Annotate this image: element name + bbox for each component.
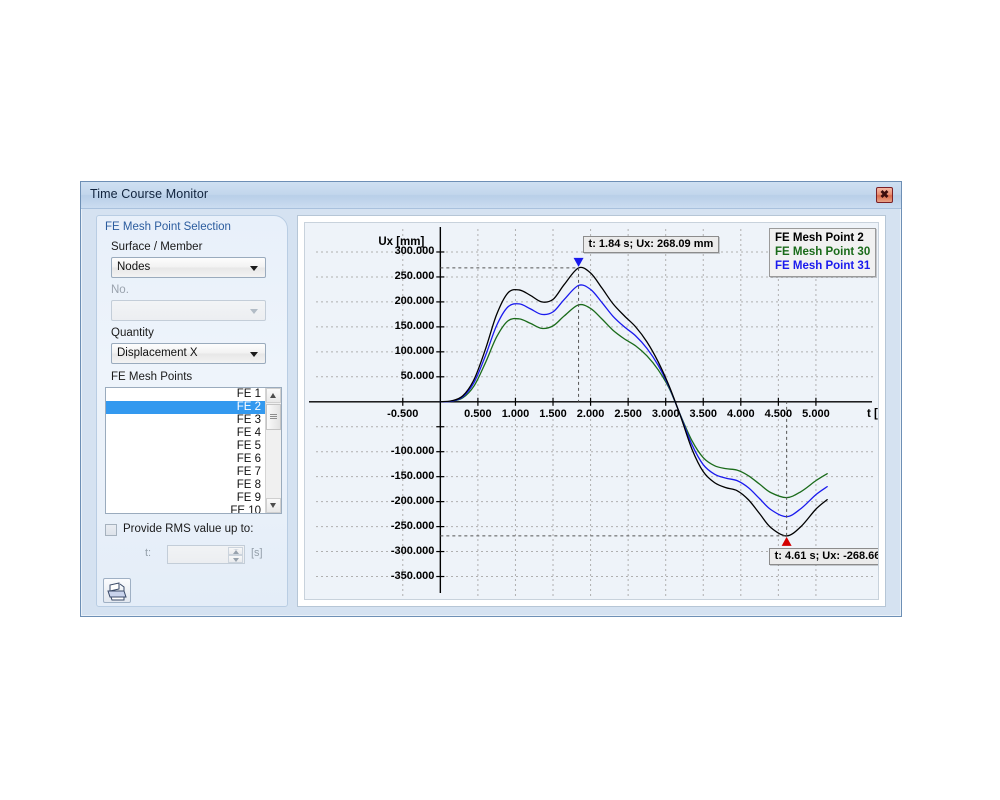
window-title: Time Course Monitor bbox=[90, 187, 209, 201]
rms-t-spinner bbox=[167, 545, 245, 564]
legend-item-0: FE Mesh Point 2 bbox=[775, 232, 864, 244]
quantity-value: Displacement X bbox=[117, 347, 198, 359]
legend-item-1: FE Mesh Point 30 bbox=[775, 246, 871, 258]
legend-item-2: FE Mesh Point 31 bbox=[775, 260, 871, 272]
listbox-scrollbar[interactable] bbox=[265, 388, 281, 513]
chevron-down-icon bbox=[250, 266, 258, 271]
list-item[interactable]: FE 4 bbox=[106, 427, 265, 440]
y-tick-label: -200.000 bbox=[390, 494, 435, 507]
list-item[interactable]: FE 6 bbox=[106, 453, 265, 466]
time-course-monitor-window: Time Course Monitor ✖ FE Mesh Point Sele… bbox=[80, 181, 902, 617]
y-tick-label: -250.000 bbox=[390, 519, 435, 532]
window-titlebar: Time Course Monitor ✖ bbox=[81, 182, 901, 209]
list-item[interactable]: FE 5 bbox=[106, 440, 265, 453]
fe-mesh-points-label: FE Mesh Points bbox=[111, 371, 193, 383]
y-tick-label: 100.000 bbox=[394, 344, 435, 357]
valley-tooltip: t: 4.61 s; Ux: -268.66 mm bbox=[768, 547, 878, 565]
list-item[interactable]: FE 9 bbox=[106, 492, 265, 505]
list-item[interactable]: FE 7 bbox=[106, 466, 265, 479]
fe-mesh-points-listbox[interactable]: FE 1 FE 2 FE 3 FE 4 FE 5 FE 6 FE 7 FE 8 FE 9 FE 1… bbox=[105, 387, 282, 514]
quantity-combo[interactable]: Displacement X bbox=[111, 343, 266, 364]
surface-member-value: Nodes bbox=[117, 261, 151, 273]
chevron-down-icon bbox=[250, 352, 258, 357]
chart-legend: FE Mesh Point 2 FE Mesh Point 30 FE Mesh… bbox=[769, 228, 877, 277]
close-icon[interactable]: ✖ bbox=[876, 187, 893, 203]
chevron-down-icon bbox=[250, 309, 258, 314]
y-tick-label: 250.000 bbox=[394, 269, 435, 282]
quantity-label: Quantity bbox=[111, 327, 154, 339]
x-tick-label: 5.000 bbox=[802, 407, 830, 420]
list-item[interactable]: FE 10 bbox=[106, 505, 265, 513]
spinner-buttons bbox=[228, 547, 243, 563]
surface-member-combo[interactable]: Nodes bbox=[111, 257, 266, 278]
scroll-down-icon[interactable] bbox=[266, 498, 281, 513]
list-item[interactable]: FE 8 bbox=[106, 479, 265, 492]
fe-mesh-point-selection-group: FE Mesh Point Selection Surface / Member… bbox=[96, 215, 288, 607]
window-client-area: FE Mesh Point Selection Surface / Member… bbox=[85, 211, 897, 612]
scrollbar-thumb[interactable] bbox=[266, 404, 281, 430]
no-combo bbox=[111, 300, 266, 321]
provide-rms-label: Provide RMS value up to: bbox=[123, 523, 254, 535]
rms-unit-label: [s] bbox=[251, 547, 263, 559]
y-tick-label: 50.000 bbox=[400, 369, 435, 382]
rms-t-label: t: bbox=[145, 547, 152, 559]
provide-rms-checkbox[interactable] bbox=[105, 524, 117, 536]
close-glyph: ✖ bbox=[879, 189, 890, 201]
group-title: FE Mesh Point Selection bbox=[105, 221, 231, 233]
y-tick-label: 150.000 bbox=[394, 319, 435, 332]
time-course-chart-panel: Ux [mm] t [s] FE Mesh Point 2 FE Mesh Po… bbox=[297, 215, 886, 607]
list-item[interactable]: FE 3 bbox=[106, 414, 265, 427]
spinner-down-icon bbox=[228, 555, 243, 563]
list-item[interactable]: FE 2 bbox=[106, 401, 265, 414]
screen: Time Course Monitor ✖ FE Mesh Point Sele… bbox=[0, 0, 1000, 800]
y-tick-label: -100.000 bbox=[390, 444, 435, 457]
x-axis-label: t [s] bbox=[867, 407, 878, 420]
list-item[interactable]: FE 1 bbox=[106, 388, 265, 401]
printer-icon bbox=[107, 582, 127, 601]
y-tick-label: -150.000 bbox=[390, 469, 435, 482]
y-tick-label: 300.000 bbox=[394, 244, 435, 257]
no-label: No. bbox=[111, 284, 129, 296]
print-button[interactable] bbox=[103, 578, 131, 603]
y-tick-label: -300.000 bbox=[390, 544, 435, 557]
x-tick-label: -0.500 bbox=[387, 407, 419, 420]
chart-plot-area[interactable]: Ux [mm] t [s] FE Mesh Point 2 FE Mesh Po… bbox=[304, 222, 879, 600]
y-tick-label: 200.000 bbox=[394, 294, 435, 307]
fe-mesh-points-list[interactable]: FE 1 FE 2 FE 3 FE 4 FE 5 FE 6 FE 7 FE 8 FE 9 FE 1… bbox=[106, 388, 265, 513]
peak-tooltip: t: 1.84 s; Ux: 268.09 mm bbox=[582, 235, 720, 253]
y-tick-label: -350.000 bbox=[390, 569, 435, 582]
scroll-up-icon[interactable] bbox=[266, 388, 281, 403]
spinner-up-icon bbox=[228, 547, 243, 555]
surface-member-label: Surface / Member bbox=[111, 241, 203, 253]
